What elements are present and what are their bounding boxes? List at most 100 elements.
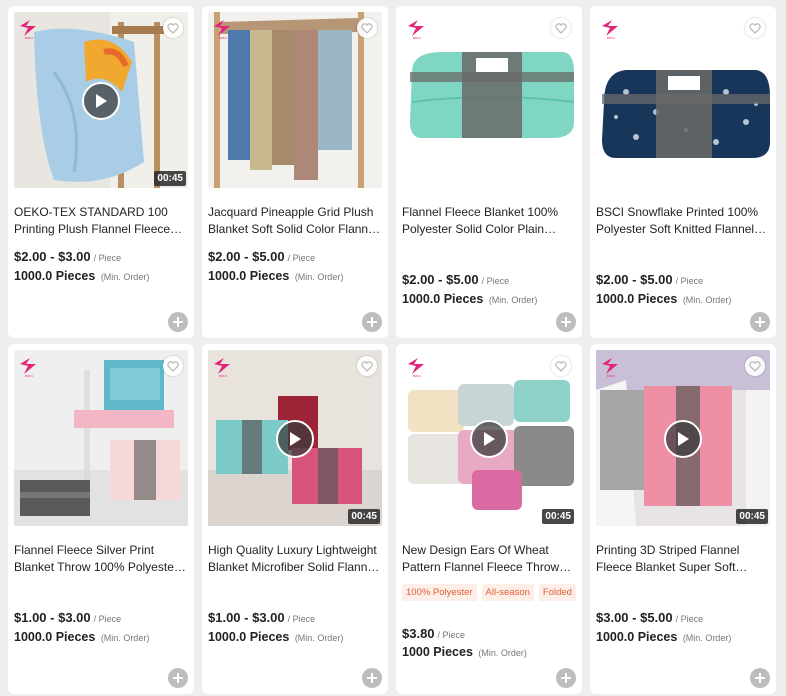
min-order: 1000 Pieces (Min. Order) bbox=[402, 645, 527, 659]
play-button[interactable] bbox=[276, 420, 314, 458]
favorite-button[interactable] bbox=[357, 356, 377, 376]
heart-icon bbox=[749, 22, 761, 34]
play-button[interactable] bbox=[664, 420, 702, 458]
video-duration: 00:45 bbox=[542, 509, 574, 524]
product-title-line: Pattern Flannel Fleece Throw… bbox=[402, 560, 572, 574]
heart-icon bbox=[361, 360, 373, 372]
product-card[interactable]: BOFU 00:45 OEKO-TEX STANDARD 100 Printin… bbox=[8, 6, 194, 338]
product-image[interactable]: BOFU 00:45 bbox=[14, 12, 188, 188]
favorite-button[interactable] bbox=[163, 18, 183, 38]
price-unit: / Piece bbox=[93, 614, 122, 624]
product-title[interactable]: Flannel Fleece Blanket 100% Polyester So… bbox=[402, 204, 578, 238]
moq-value: 1000.0 Pieces bbox=[596, 292, 678, 306]
favorite-button[interactable] bbox=[745, 18, 765, 38]
product-title[interactable]: Flannel Fleece Silver Print Blanket Thro… bbox=[14, 542, 190, 576]
product-title[interactable]: BSCI Snowflake Printed 100% Polyester So… bbox=[596, 204, 772, 238]
svg-text:BOFU: BOFU bbox=[607, 36, 615, 40]
product-title[interactable]: New Design Ears Of Wheat Pattern Flannel… bbox=[402, 542, 578, 576]
min-order: 1000.0 Pieces (Min. Order) bbox=[14, 630, 149, 644]
brand-logo-icon: BOFU bbox=[214, 20, 230, 40]
add-to-list-button[interactable] bbox=[556, 312, 576, 332]
svg-text:BOFU: BOFU bbox=[219, 36, 227, 40]
product-tag: Folded bbox=[538, 584, 576, 601]
product-image[interactable]: BOFU bbox=[14, 350, 188, 526]
product-title-line: Jacquard Pineapple Grid Plush bbox=[208, 205, 374, 219]
min-order: 1000.0 Pieces (Min. Order) bbox=[402, 292, 537, 306]
product-title-line: Flannel Fleece Silver Print bbox=[14, 543, 155, 557]
min-order: 1000.0 Pieces (Min. Order) bbox=[596, 630, 731, 644]
plus-icon bbox=[755, 673, 765, 683]
brand-logo-icon: BOFU bbox=[20, 358, 36, 378]
add-to-list-button[interactable] bbox=[556, 668, 576, 688]
price-value: $2.00 - $5.00 bbox=[402, 272, 479, 287]
product-title[interactable]: High Quality Luxury Lightweight Blanket … bbox=[208, 542, 384, 576]
product-title-line: Printing Plush Flannel Fleece… bbox=[14, 222, 183, 236]
heart-icon bbox=[555, 360, 567, 372]
product-title-line: New Design Ears Of Wheat bbox=[402, 543, 549, 557]
product-title-line: Polyester Solid Color Plain… bbox=[402, 222, 557, 236]
price-unit: / Piece bbox=[675, 276, 704, 286]
product-grid: BOFU 00:45 OEKO-TEX STANDARD 100 Printin… bbox=[8, 6, 778, 696]
product-card[interactable]: BOFU 00:45 High Quality Luxury Lightweig… bbox=[202, 344, 388, 694]
favorite-button[interactable] bbox=[551, 18, 571, 38]
product-card[interactable]: BOFU BSCI Snowflake Printed 100% Polyest… bbox=[590, 6, 776, 338]
favorite-button[interactable] bbox=[551, 356, 571, 376]
price-value: $1.00 - $3.00 bbox=[14, 610, 91, 625]
product-title[interactable]: Printing 3D Striped Flannel Fleece Blank… bbox=[596, 542, 772, 576]
price-value: $3.00 - $5.00 bbox=[596, 610, 673, 625]
play-button[interactable] bbox=[82, 82, 120, 120]
plus-icon bbox=[367, 673, 377, 683]
add-to-list-button[interactable] bbox=[168, 668, 188, 688]
add-to-list-button[interactable] bbox=[168, 312, 188, 332]
product-title-line: High Quality Luxury Lightweight bbox=[208, 543, 377, 557]
product-title-line: Polyester Soft Knitted Flannel… bbox=[596, 222, 767, 236]
min-order: 1000.0 Pieces (Min. Order) bbox=[208, 630, 343, 644]
product-price: $2.00 - $5.00/ Piece bbox=[402, 272, 509, 287]
price-value: $2.00 - $5.00 bbox=[596, 272, 673, 287]
moq-value: 1000.0 Pieces bbox=[596, 630, 678, 644]
add-to-list-button[interactable] bbox=[362, 668, 382, 688]
price-unit: / Piece bbox=[481, 276, 510, 286]
product-tag: All-season bbox=[481, 584, 534, 601]
price-value: $2.00 - $3.00 bbox=[14, 249, 91, 264]
product-title[interactable]: Jacquard Pineapple Grid Plush Blanket So… bbox=[208, 204, 384, 238]
moq-value: 1000.0 Pieces bbox=[208, 269, 290, 283]
product-card[interactable]: BOFU Flannel Fleece Blanket 100% Polyest… bbox=[396, 6, 582, 338]
product-image[interactable]: BOFU bbox=[596, 12, 770, 188]
product-image[interactable]: BOFU bbox=[208, 12, 382, 188]
moq-note: (Min. Order) bbox=[682, 295, 732, 305]
product-price: $2.00 - $5.00/ Piece bbox=[208, 249, 315, 264]
add-to-list-button[interactable] bbox=[750, 668, 770, 688]
min-order: 1000.0 Pieces (Min. Order) bbox=[596, 292, 731, 306]
product-title[interactable]: OEKO-TEX STANDARD 100 Printing Plush Fla… bbox=[14, 204, 190, 238]
moq-note: (Min. Order) bbox=[488, 295, 538, 305]
price-unit: / Piece bbox=[287, 253, 316, 263]
moq-value: 1000.0 Pieces bbox=[208, 630, 290, 644]
product-title-line: Blanket Soft Solid Color Flann… bbox=[208, 222, 381, 236]
brand-logo-icon: BOFU bbox=[602, 20, 618, 40]
product-card[interactable]: BOFU 00:45 Printing 3D Striped Flannel F… bbox=[590, 344, 776, 694]
svg-text:BOFU: BOFU bbox=[607, 374, 615, 378]
product-price: $3.80/ Piece bbox=[402, 626, 465, 641]
plus-icon bbox=[367, 317, 377, 327]
moq-value: 1000.0 Pieces bbox=[14, 630, 96, 644]
product-image[interactable]: BOFU bbox=[402, 12, 576, 188]
product-tags: 100% Polyester All-season Folded bbox=[402, 584, 576, 601]
brand-logo-icon: BOFU bbox=[214, 358, 230, 378]
add-to-list-button[interactable] bbox=[750, 312, 770, 332]
product-title-line: Blanket Microfiber Solid Flann… bbox=[208, 560, 380, 574]
favorite-button[interactable] bbox=[163, 356, 183, 376]
add-to-list-button[interactable] bbox=[362, 312, 382, 332]
product-card[interactable]: BOFU 00:45 New Design Ears Of Wheat Patt… bbox=[396, 344, 582, 694]
favorite-button[interactable] bbox=[357, 18, 377, 38]
min-order: 1000.0 Pieces (Min. Order) bbox=[208, 269, 343, 283]
play-button[interactable] bbox=[470, 420, 508, 458]
heart-icon bbox=[361, 22, 373, 34]
product-image[interactable]: BOFU 00:45 bbox=[596, 350, 770, 526]
product-card[interactable]: BOFU Flannel Fleece Silver Print Blanket… bbox=[8, 344, 194, 694]
product-image[interactable]: BOFU 00:45 bbox=[402, 350, 576, 526]
product-card[interactable]: BOFU Jacquard Pineapple Grid Plush Blank… bbox=[202, 6, 388, 338]
favorite-button[interactable] bbox=[745, 356, 765, 376]
product-image[interactable]: BOFU 00:45 bbox=[208, 350, 382, 526]
svg-text:BOFU: BOFU bbox=[413, 374, 421, 378]
